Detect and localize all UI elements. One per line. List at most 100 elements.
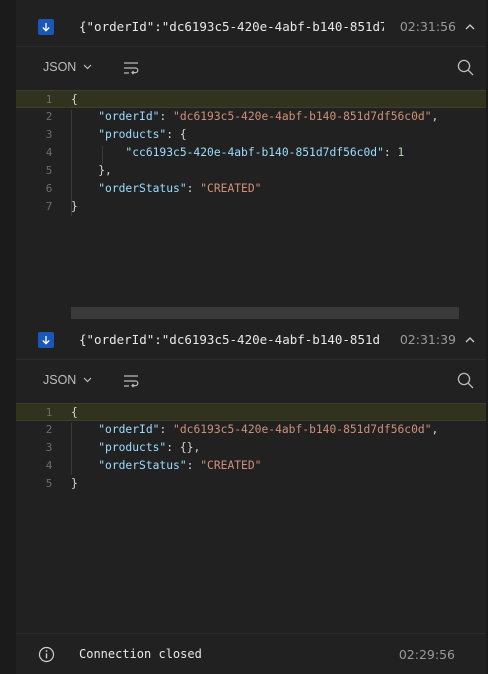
code-token: : {}, xyxy=(166,441,201,454)
code-token: "dc6193c5-420e-4abf-b140-851d7df56c0d" xyxy=(173,110,432,123)
line-number: 2 xyxy=(45,110,53,123)
code-line: 3 "products": { xyxy=(16,126,486,144)
code-token: "products" xyxy=(98,128,167,141)
code-token: }, xyxy=(71,164,112,177)
code-token: "dc6193c5-420e-4abf-b140-851d7df56c0d" xyxy=(173,423,432,436)
code-token: "orderStatus" xyxy=(98,459,187,472)
code-text: } xyxy=(71,475,78,493)
code-text: "orderId": "dc6193c5-420e-4abf-b140-851d… xyxy=(71,421,438,439)
message-header[interactable]: {"orderId":"dc6193c5-420e-4abf-b140-851d… xyxy=(16,7,486,47)
line-number: 2 xyxy=(45,423,53,436)
json-editor[interactable]: 1{2 "orderId": "dc6193c5-420e-4abf-b140-… xyxy=(16,403,486,633)
chevron-down-icon xyxy=(83,377,92,383)
message-toolbar: JSON xyxy=(16,361,486,401)
code-token: "cc6193c5-420e-4abf-b140-851d7df56c0d" xyxy=(125,146,384,159)
line-number: 5 xyxy=(45,477,53,490)
code-token: } xyxy=(71,200,78,213)
line-number: 4 xyxy=(45,459,53,472)
code-token: : xyxy=(186,459,201,472)
code-token: : xyxy=(159,110,174,123)
line-number: 5 xyxy=(45,164,53,177)
code-token: { xyxy=(71,93,78,106)
format-select[interactable]: JSON xyxy=(43,60,92,74)
code-line: 2 "orderId": "dc6193c5-420e-4abf-b140-85… xyxy=(16,108,486,126)
code-text: "products": {}, xyxy=(71,439,200,457)
message-panel-1: {"orderId":"dc6193c5-420e-4abf-b140-851d… xyxy=(16,7,486,320)
code-line: 4 "cc6193c5-420e-4abf-b140-851d7df56c0d"… xyxy=(16,144,486,162)
format-label: JSON xyxy=(43,373,77,387)
code-line: 4 "orderStatus": "CREATED" xyxy=(16,457,486,475)
left-gutter xyxy=(0,0,16,674)
code-text: "orderStatus": "CREATED" xyxy=(71,180,261,198)
code-token: "CREATED" xyxy=(200,459,262,472)
chevron-down-icon xyxy=(83,64,92,70)
code-text: "cc6193c5-420e-4abf-b140-851d7df56c0d": … xyxy=(71,144,404,162)
word-wrap-icon[interactable] xyxy=(123,374,139,388)
code-line: 2 "orderId": "dc6193c5-420e-4abf-b140-85… xyxy=(16,421,486,439)
connection-status-bar: Connection closed 02:29:56 xyxy=(16,633,486,674)
word-wrap-icon[interactable] xyxy=(123,61,139,75)
line-number: 7 xyxy=(45,200,53,213)
code-text: "products": { xyxy=(71,126,187,144)
message-time: 02:31:39 xyxy=(399,332,456,347)
code-line: 3 "products": {}, xyxy=(16,439,486,457)
code-text: { xyxy=(71,404,78,422)
format-label: JSON xyxy=(43,60,77,74)
code-token: 1 xyxy=(397,146,405,159)
code-text: "orderId": "dc6193c5-420e-4abf-b140-851d… xyxy=(71,108,438,126)
code-token: , xyxy=(431,423,439,436)
format-select[interactable]: JSON xyxy=(43,373,92,387)
chevron-up-icon[interactable] xyxy=(465,335,475,345)
message-panel-2: {"orderId":"dc6193c5-420e-4abf-b140-851d… xyxy=(16,320,486,633)
code-text: "orderStatus": "CREATED" xyxy=(71,457,261,475)
message-time: 02:31:56 xyxy=(399,19,456,34)
code-line: 7} xyxy=(16,198,486,216)
chevron-up-icon[interactable] xyxy=(465,22,475,32)
status-time: 02:29:56 xyxy=(398,647,455,662)
message-title: {"orderId":"dc6193c5-420e-4abf-b140-851d… xyxy=(79,19,384,34)
code-token: "orderId" xyxy=(98,110,160,123)
code-text: { xyxy=(71,91,78,109)
code-token: : { xyxy=(166,128,187,141)
message-title: {"orderId":"dc6193c5-420e-4abf-b140-851d… xyxy=(79,332,379,347)
code-token: "CREATED" xyxy=(200,182,262,195)
message-toolbar: JSON xyxy=(16,48,486,88)
code-token: "orderStatus" xyxy=(98,182,187,195)
search-icon[interactable] xyxy=(457,372,474,389)
code-token: } xyxy=(71,477,78,490)
code-text: }, xyxy=(71,162,112,180)
code-token: "orderId" xyxy=(98,423,160,436)
line-number: 4 xyxy=(45,146,53,159)
line-number: 3 xyxy=(45,441,53,454)
code-line: 5} xyxy=(16,475,486,493)
info-icon xyxy=(38,646,55,663)
code-text: } xyxy=(71,198,78,216)
horizontal-scrollbar[interactable] xyxy=(71,307,459,319)
arrow-down-icon xyxy=(38,18,54,35)
code-token: : xyxy=(383,146,398,159)
status-text: Connection closed xyxy=(79,647,202,661)
code-line: 6 "orderStatus": "CREATED" xyxy=(16,180,486,198)
code-token: : xyxy=(186,182,201,195)
code-line: 5 }, xyxy=(16,162,486,180)
line-number: 6 xyxy=(45,182,53,195)
message-header[interactable]: {"orderId":"dc6193c5-420e-4abf-b140-851d… xyxy=(16,320,486,360)
line-number: 1 xyxy=(45,93,53,106)
arrow-down-icon xyxy=(38,331,54,348)
search-icon[interactable] xyxy=(457,59,474,76)
code-line: 1{ xyxy=(16,403,486,421)
code-token: { xyxy=(71,406,78,419)
line-number: 1 xyxy=(45,406,53,419)
json-editor[interactable]: 1 {2 "orderId": "dc6193c5-420e-4abf-b140-… xyxy=(16,90,486,320)
code-token: "products" xyxy=(98,441,167,454)
line-number: 3 xyxy=(45,128,53,141)
code-token: , xyxy=(431,110,439,123)
code-token: : xyxy=(159,423,174,436)
